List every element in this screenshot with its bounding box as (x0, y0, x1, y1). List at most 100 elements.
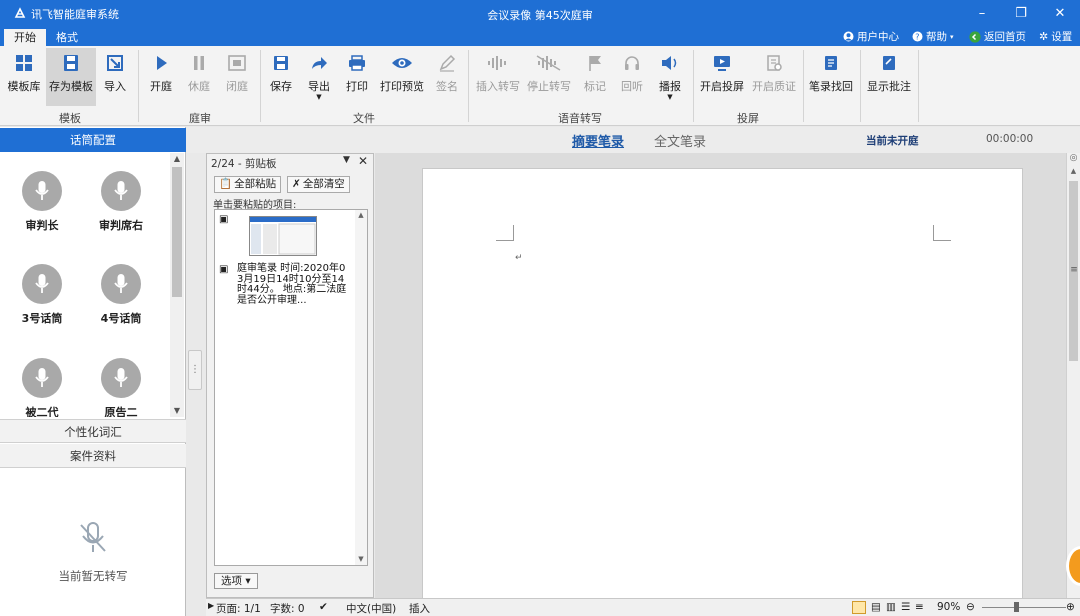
user-icon (843, 31, 854, 42)
clipboard-menu-arrow[interactable]: ▼ (343, 155, 350, 165)
save-button[interactable]: 保存 (266, 48, 296, 106)
status-page[interactable]: 页面: 1/1 (216, 601, 261, 616)
export-label: 导出 (308, 80, 330, 93)
mic-item[interactable]: 4号话筒 (86, 264, 156, 326)
scrollbar-thumb[interactable] (172, 167, 182, 297)
web-view-icon[interactable]: ▥ (886, 601, 896, 613)
close-button[interactable]: ✕ (1040, 3, 1080, 25)
paste-all-button[interactable]: 📋 全部粘贴 (214, 176, 282, 193)
clipboard-scrollbar[interactable]: ▲ ▼ (355, 210, 367, 565)
doc-header: 摘要笔录 全文笔录 当前未开庭 00:00:00 (186, 127, 1080, 153)
zoom-out-button[interactable]: ⊖ (966, 601, 975, 613)
ruler-toggle-icon[interactable]: ◎ (1067, 153, 1080, 167)
home-link[interactable]: 返回首页 (969, 29, 1026, 44)
user-center-link[interactable]: 用户中心 (843, 29, 899, 44)
personal-vocab-section[interactable]: 个性化词汇 (0, 419, 186, 443)
mic-item[interactable]: 被二代 (7, 358, 77, 417)
document-scrollbar[interactable]: ◎ ▲ ≡ (1066, 153, 1080, 598)
mic-grid-scrollbar[interactable]: ▲ ▼ (170, 153, 184, 417)
clear-all-button[interactable]: ✗ 全部清空 (287, 176, 350, 193)
status-insert-mode[interactable]: 插入 (409, 601, 430, 616)
tab-summary-record[interactable]: 摘要笔录 (572, 131, 624, 150)
left-panel: 话筒配置 审判长 审判席右 3号话筒 4号话筒 被二代 原告二 ▲ ▼ 个性化词… (0, 127, 186, 616)
maximize-button[interactable]: ❐ (1001, 3, 1041, 25)
insert-transcription-button[interactable]: 插入转写 (476, 48, 520, 106)
panel-splitter[interactable]: ⋮ (188, 350, 202, 390)
annotation-button[interactable]: 显示批注 (866, 48, 912, 106)
status-bar: ▶ 页面: 1/1 字数: 0 ✔ 中文(中国) 插入 ▤ ▥ ☰ ≡ 90% … (206, 598, 1080, 616)
scroll-up-arrow[interactable]: ▲ (1067, 167, 1080, 179)
sign-button[interactable]: 签名 (432, 48, 462, 106)
draft-view-icon[interactable]: ≡ (915, 601, 924, 613)
tab-full-record[interactable]: 全文笔录 (654, 131, 706, 150)
minimize-button[interactable]: – (962, 3, 1002, 25)
record-recovery-button[interactable]: 笔录找回 (808, 48, 854, 106)
group-separator (260, 50, 261, 122)
template-library-label: 模板库 (7, 80, 41, 93)
scroll-down-arrow[interactable]: ▼ (170, 405, 184, 417)
group-separator (693, 50, 694, 122)
open-court-label: 开庭 (150, 80, 172, 93)
mic-label: 被二代 (25, 406, 59, 417)
mic-label: 审判席右 (99, 219, 143, 232)
screen-cast-button[interactable]: 开启投屏 (699, 48, 745, 106)
clipboard-options-button[interactable]: 选项 ▾ (214, 573, 258, 589)
document-title: 会议录像 第45次庭审 (487, 9, 593, 22)
paste-icon: 📋 (219, 178, 233, 190)
zoom-slider[interactable] (982, 607, 1066, 608)
case-materials-section[interactable]: 案件资料 (0, 444, 186, 468)
status-expand-arrow[interactable]: ▶ (208, 601, 214, 610)
status-language[interactable]: 中文(中国) (346, 601, 396, 616)
export-button[interactable]: 导出 ▼ (304, 48, 334, 106)
open-court-button[interactable]: 开庭 (146, 48, 176, 106)
print-layout-view-icon[interactable] (852, 601, 866, 614)
recess-label: 休庭 (188, 80, 210, 93)
zoom-slider-thumb[interactable] (1014, 602, 1019, 612)
playback-button[interactable]: 回听 (617, 48, 647, 106)
full-screen-view-icon[interactable]: ▤ (871, 601, 881, 613)
flag-button[interactable]: 标记 (580, 48, 610, 106)
zoom-level[interactable]: 90% (937, 601, 960, 613)
zoom-in-button[interactable]: ⊕ (1066, 601, 1075, 613)
clipboard-close-button[interactable]: ✕ (358, 154, 368, 168)
mic-item[interactable]: 3号话筒 (7, 264, 77, 326)
scroll-up-arrow[interactable]: ▲ (355, 210, 367, 221)
paste-all-label: 全部粘贴 (234, 178, 277, 190)
evidence-button[interactable]: 开启质证 (751, 48, 797, 106)
mic-item[interactable]: 审判长 (7, 171, 77, 233)
tab-start[interactable]: 开始 (4, 29, 46, 46)
template-library-button[interactable]: 模板库 (4, 48, 44, 106)
document-page[interactable]: ↵ (422, 168, 1023, 600)
close-court-button[interactable]: 闭庭 (222, 48, 252, 106)
import-button[interactable]: 导入 (100, 48, 130, 106)
group-separator (918, 50, 919, 122)
court-timer: 00:00:00 (986, 133, 1034, 145)
playback-label: 回听 (621, 80, 643, 93)
close-court-label: 闭庭 (226, 80, 248, 93)
print-preview-button[interactable]: 打印预览 (380, 48, 424, 106)
spell-check-icon[interactable]: ✔ (319, 601, 328, 613)
scroll-up-arrow[interactable]: ▲ (170, 153, 184, 165)
group-separator (803, 50, 804, 122)
clipboard-item-image[interactable]: ▣ (219, 214, 349, 258)
stop-transcription-button[interactable]: 停止转写 (527, 48, 571, 106)
save-as-template-button[interactable]: 存为模板 (46, 48, 96, 106)
mic-item[interactable]: 审判席右 (86, 171, 156, 233)
print-button[interactable]: 打印 (342, 48, 372, 106)
recess-button[interactable]: 休庭 (184, 48, 214, 106)
microphone-icon (101, 358, 141, 398)
mic-config-header[interactable]: 话筒配置 (0, 128, 186, 152)
scroll-down-arrow[interactable]: ▼ (355, 554, 367, 565)
mic-item[interactable]: 原告二 (86, 358, 156, 417)
clipboard-item-text-content: 庭审笔录 时间:2020年03月19日14时10分至14时44分。 地点:第二法… (237, 263, 347, 306)
outline-view-icon[interactable]: ☰ (901, 601, 910, 613)
mic-muted-icon (0, 521, 186, 555)
evidence-icon (767, 55, 782, 71)
tab-format[interactable]: 格式 (46, 29, 88, 46)
settings-link[interactable]: ✲ 设置 (1039, 29, 1072, 44)
split-handle-icon[interactable]: ≡ (1067, 265, 1080, 275)
print-icon (349, 55, 365, 71)
help-menu[interactable]: ? 帮助 ▾ (912, 29, 954, 44)
status-word-count[interactable]: 字数: 0 (270, 601, 305, 616)
broadcast-button[interactable]: 播报 ▼ (655, 48, 685, 106)
